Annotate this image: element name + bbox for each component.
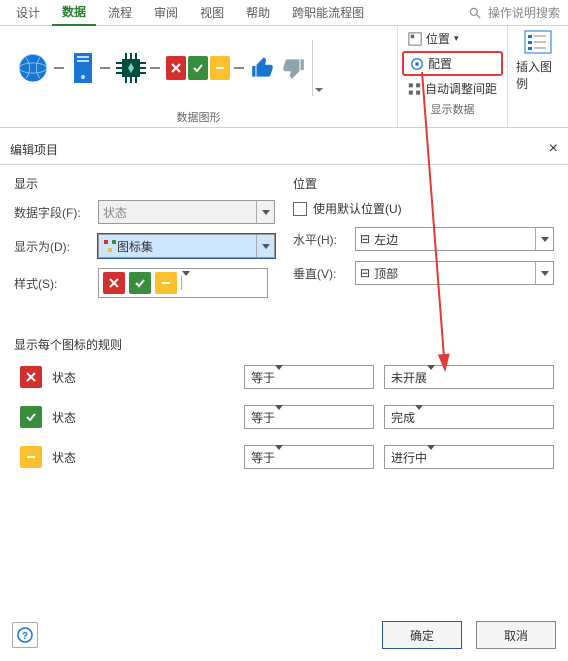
rule-row: 状态 等于 进行中 xyxy=(14,445,554,469)
data-field-combo[interactable]: 状态 xyxy=(98,200,275,224)
rule-icon-green xyxy=(20,406,42,428)
chevron-down-icon xyxy=(427,450,435,464)
rule-value-combo[interactable]: 未开展 xyxy=(384,365,554,389)
show-as-label: 显示为(D): xyxy=(14,238,92,255)
rule-icon-yellow xyxy=(20,446,42,468)
auto-adjust-button[interactable]: 自动调整间距 xyxy=(402,78,503,99)
thumbs-down-icon xyxy=(280,55,306,81)
vert-align-icon: ⊟ xyxy=(360,266,370,280)
chevron-down-icon xyxy=(181,276,190,290)
position-menu[interactable]: 位置 ▾ xyxy=(402,28,503,49)
rule-op-combo[interactable]: 等于 xyxy=(244,405,374,429)
style-label: 样式(S): xyxy=(14,275,92,292)
help-icon: ? xyxy=(17,627,33,643)
chevron-down-icon xyxy=(427,370,435,384)
chevron-down-icon xyxy=(415,410,423,424)
tab-crossfunc[interactable]: 跨职能流程图 xyxy=(282,0,374,25)
horiz-combo[interactable]: ⊟ 左边 xyxy=(355,227,554,251)
rule-value: 进行中 xyxy=(391,449,427,466)
rule-label: 状态 xyxy=(52,409,102,426)
chevron-down-icon xyxy=(275,410,283,424)
horiz-align-icon: ⊟ xyxy=(360,232,370,246)
vert-value: 顶部 xyxy=(374,265,398,282)
group-label-data-graphic: 数据图形 xyxy=(0,109,397,127)
rule-value-combo[interactable]: 进行中 xyxy=(384,445,554,469)
chevron-down-icon xyxy=(275,450,283,464)
dash-icon xyxy=(54,67,64,69)
chevron-down-icon xyxy=(256,235,274,257)
rule-label: 状态 xyxy=(52,369,102,386)
tab-review[interactable]: 审阅 xyxy=(144,0,188,25)
search-icon xyxy=(468,6,482,20)
insert-legend-button[interactable]: 插入图例 xyxy=(508,26,568,96)
rule-op-combo[interactable]: 等于 xyxy=(244,365,374,389)
position-section-head: 位置 xyxy=(293,175,554,192)
tab-help[interactable]: 帮助 xyxy=(236,0,280,25)
show-as-combo[interactable]: 图标集 xyxy=(98,234,275,258)
data-field-label: 数据字段(F): xyxy=(14,204,92,221)
thumbs-up-icon xyxy=(250,55,276,81)
cancel-button[interactable]: 取消 xyxy=(476,621,556,649)
rule-value-combo[interactable]: 完成 xyxy=(384,405,554,429)
config-label: 配置 xyxy=(428,55,452,72)
use-default-pos-label: 使用默认位置(U) xyxy=(313,200,402,217)
rule-row: 状态 等于 完成 xyxy=(14,405,554,429)
dialog-title: 编辑项目 xyxy=(10,141,58,158)
show-as-value: 图标集 xyxy=(117,238,153,255)
rule-op-value: 等于 xyxy=(251,449,275,466)
config-button[interactable]: 配置 xyxy=(402,51,503,76)
close-button[interactable]: × xyxy=(549,140,558,158)
insert-legend-label: 插入图例 xyxy=(516,58,560,92)
horiz-value: 左边 xyxy=(374,231,398,248)
rule-op-value: 等于 xyxy=(251,369,275,386)
rule-op-value: 等于 xyxy=(251,409,275,426)
chevron-down-icon xyxy=(535,262,553,284)
search-placeholder: 操作说明搜索 xyxy=(488,4,560,21)
dash-icon xyxy=(100,67,110,69)
use-default-pos-checkbox[interactable] xyxy=(293,202,307,216)
status-tiles-icon xyxy=(166,56,230,80)
rule-row: 状态 等于 未开展 xyxy=(14,365,554,389)
gallery-more-dropdown[interactable] xyxy=(312,40,324,96)
vert-label: 垂直(V): xyxy=(293,265,349,282)
tab-data[interactable]: 数据 xyxy=(52,0,96,26)
style-combo[interactable] xyxy=(98,268,268,298)
iconset-icon xyxy=(103,239,117,253)
chevron-down-icon xyxy=(256,201,274,223)
search-area[interactable]: 操作说明搜索 xyxy=(468,4,568,21)
server-icon xyxy=(70,51,96,85)
tab-view[interactable]: 视图 xyxy=(190,0,234,25)
rules-section-head: 显示每个图标的规则 xyxy=(14,336,554,353)
display-section-head: 显示 xyxy=(14,175,275,192)
help-button[interactable]: ? xyxy=(12,622,38,648)
legend-icon xyxy=(524,30,552,54)
svg-text:?: ? xyxy=(22,631,28,642)
auto-adjust-icon xyxy=(408,82,421,96)
dash-icon xyxy=(150,67,160,69)
position-icon xyxy=(408,32,422,46)
chevron-down-icon xyxy=(275,370,283,384)
tab-process[interactable]: 流程 xyxy=(98,0,142,25)
rule-op-combo[interactable]: 等于 xyxy=(244,445,374,469)
globe-icon xyxy=(16,51,50,85)
rule-value: 未开展 xyxy=(391,369,427,386)
rule-label: 状态 xyxy=(52,449,102,466)
chip-icon xyxy=(116,53,146,83)
chevron-down-icon xyxy=(535,228,553,250)
vert-combo[interactable]: ⊟ 顶部 xyxy=(355,261,554,285)
tab-design[interactable]: 设计 xyxy=(6,0,50,25)
group-label-show-data: 显示数据 xyxy=(398,101,507,119)
rule-icon-red xyxy=(20,366,42,388)
rule-value: 完成 xyxy=(391,409,415,426)
auto-adjust-label: 自动调整间距 xyxy=(425,80,497,97)
data-field-value: 状态 xyxy=(103,204,127,221)
data-graphic-gallery[interactable] xyxy=(6,34,334,102)
position-label: 位置 xyxy=(426,30,450,47)
gear-globe-icon xyxy=(410,57,424,71)
ok-button[interactable]: 确定 xyxy=(382,621,462,649)
dash-icon xyxy=(234,67,244,69)
horiz-label: 水平(H): xyxy=(293,231,349,248)
